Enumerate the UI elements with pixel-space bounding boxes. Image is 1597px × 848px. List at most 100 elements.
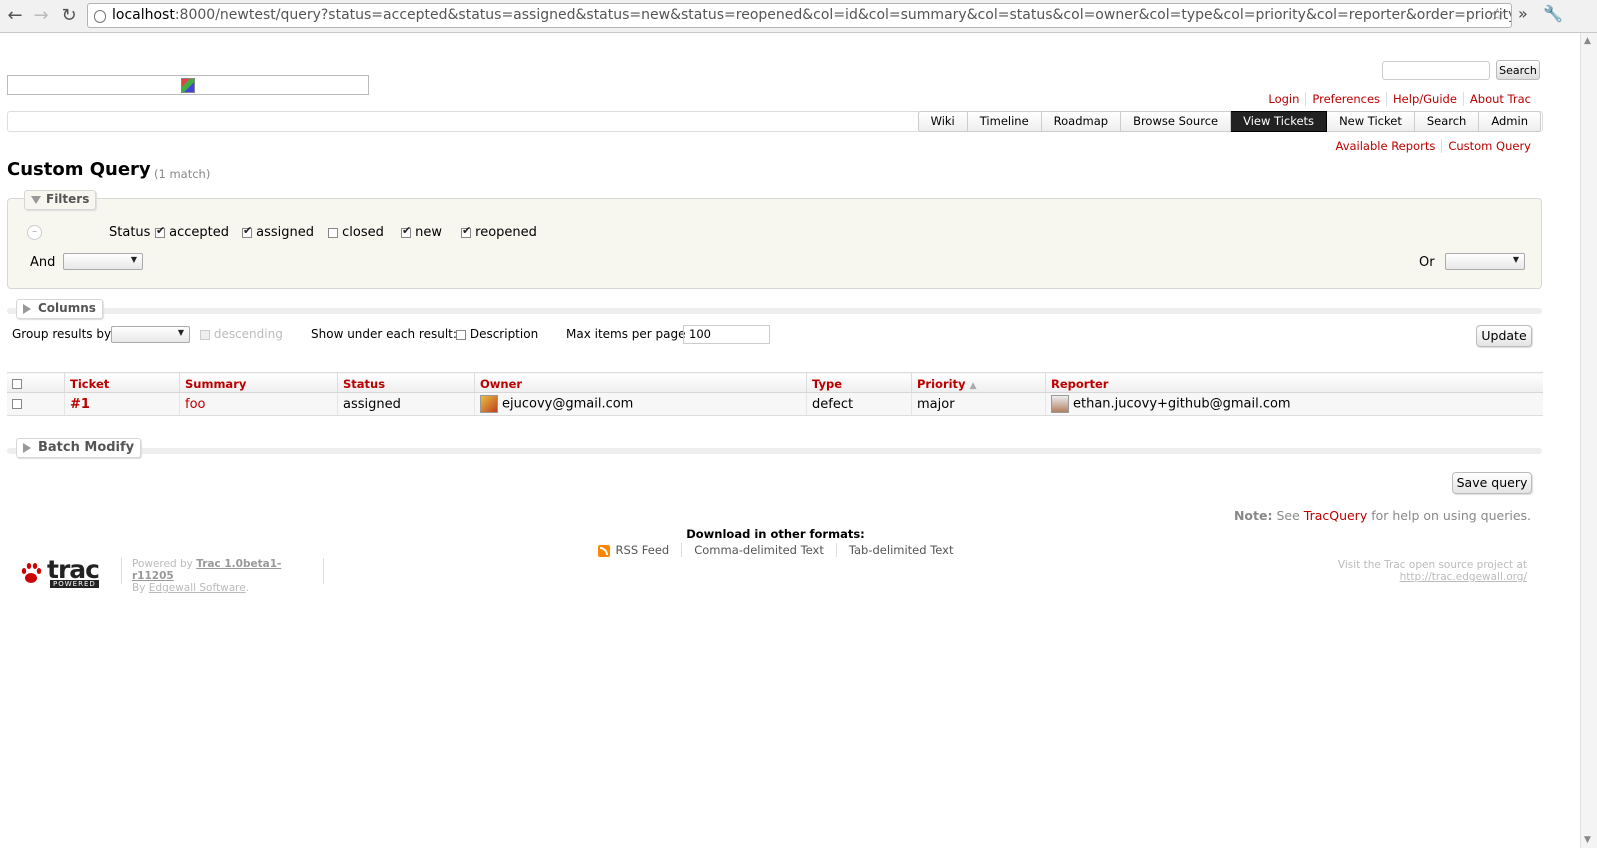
checkbox[interactable] — [328, 227, 338, 238]
col-status[interactable]: Status — [337, 372, 475, 393]
results-table: Ticket Summary Status Owner Type Priorit… — [7, 372, 1543, 416]
help-guide-link[interactable]: Help/Guide — [1386, 92, 1463, 106]
preferences-link[interactable]: Preferences — [1305, 92, 1387, 106]
status-reopened[interactable]: reopened — [461, 224, 537, 240]
ticket-cell: #1 — [64, 392, 180, 416]
table-row: #1 foo assigned ejucovy@gmail.com defect… — [7, 392, 1543, 416]
trac-page: Search Login Preferences Help/Guide About T… — [0, 33, 1581, 848]
collapsed-triangle-icon — [23, 442, 31, 453]
custom-query-link[interactable]: Custom Query — [1441, 139, 1537, 153]
batch-modify-legend: Batch Modify — [38, 440, 135, 455]
overflow-chevron-icon[interactable]: » — [1518, 4, 1528, 23]
ticket-link[interactable]: #1 — [70, 397, 90, 412]
add-or-clause-select[interactable] — [1445, 253, 1525, 270]
forward-icon[interactable]: → — [30, 5, 52, 27]
search-input[interactable] — [1382, 61, 1490, 80]
bookmark-star-icon[interactable]: ☆ — [1490, 4, 1505, 27]
batch-modify-toggle[interactable]: Batch Modify — [16, 438, 142, 458]
col-type[interactable]: Type — [806, 372, 912, 393]
save-query-button[interactable]: Save query — [1452, 472, 1532, 494]
checkbox[interactable] — [401, 224, 411, 238]
reload-icon[interactable]: ↻ — [58, 5, 80, 27]
columns-divider — [7, 308, 1542, 314]
powered-by-label: Powered by — [132, 558, 193, 570]
header-logo[interactable] — [7, 75, 369, 95]
back-icon[interactable]: ← — [4, 5, 26, 27]
table-header-row: Ticket Summary Status Owner Type Priorit… — [7, 372, 1543, 393]
nav-timeline[interactable]: Timeline — [967, 111, 1042, 132]
status-accepted[interactable]: accepted — [155, 224, 229, 240]
nav-new-ticket[interactable]: New Ticket — [1327, 111, 1415, 132]
rss-feed-link[interactable]: RSS Feed — [586, 543, 682, 557]
status-accepted-label: accepted — [169, 225, 229, 240]
status-new[interactable]: new — [401, 224, 442, 240]
status-closed[interactable]: closed — [328, 225, 384, 240]
columns-toggle[interactable]: Columns — [16, 299, 103, 319]
col-summary[interactable]: Summary — [179, 372, 338, 393]
col-reporter[interactable]: Reporter — [1045, 372, 1543, 393]
wrench-icon[interactable]: 🔧 — [1543, 4, 1563, 23]
tracquery-link[interactable]: TracQuery — [1304, 508, 1367, 523]
about-trac-link[interactable]: About Trac — [1462, 92, 1537, 106]
url-host: localhost — [112, 7, 175, 23]
nav-view-tickets[interactable]: View Tickets — [1231, 111, 1328, 132]
batch-divider — [7, 448, 1542, 454]
owner-avatar — [480, 395, 498, 413]
descending-checkbox — [200, 329, 210, 340]
edgewall-link[interactable]: Edgewall Software — [149, 582, 246, 594]
select-all-checkbox[interactable] — [12, 379, 22, 389]
login-link[interactable]: Login — [1262, 92, 1305, 106]
vertical-scrollbar[interactable]: ▲ ▼ — [1580, 33, 1597, 848]
context-nav: Available Reports Custom Query — [1330, 139, 1537, 153]
nav-roadmap[interactable]: Roadmap — [1041, 111, 1122, 132]
available-reports-link[interactable]: Available Reports — [1330, 139, 1442, 153]
filters-toggle[interactable]: Filters — [24, 190, 97, 210]
checkbox[interactable] — [461, 224, 471, 238]
meta-nav: Login Preferences Help/Guide About Trac — [1262, 92, 1537, 106]
status-reopened-label: reopened — [475, 225, 537, 240]
powered-by: Powered by Trac 1.0beta1-r11205 By Edgew… — [121, 558, 324, 594]
address-bar[interactable]: localhost:8000/newtest/query?status=acce… — [87, 3, 1512, 28]
expanded-triangle-icon — [31, 195, 41, 204]
trac-powered-logo[interactable]: trac POWERED — [20, 555, 102, 589]
remove-filter-button[interactable]: – — [27, 225, 42, 240]
checkbox[interactable] — [155, 224, 165, 238]
nav-wiki[interactable]: Wiki — [917, 111, 968, 132]
description-option[interactable]: Description — [456, 327, 538, 341]
row-checkbox[interactable] — [12, 399, 22, 409]
descending-label: descending — [213, 327, 283, 341]
trac-site-link[interactable]: http://trac.edgewall.org/ — [1400, 571, 1527, 583]
csv-link[interactable]: Comma-delimited Text — [681, 543, 836, 557]
group-by-select[interactable] — [111, 326, 190, 343]
checkbox[interactable] — [242, 224, 252, 238]
description-checkbox[interactable] — [456, 329, 466, 340]
status-assigned[interactable]: assigned — [242, 224, 314, 240]
col-priority-label: Priority — [917, 376, 966, 391]
owner-cell: ejucovy@gmail.com — [474, 392, 807, 416]
nav-browse-source[interactable]: Browse Source — [1121, 111, 1232, 132]
help-note: Note: See TracQuery for help on using qu… — [1234, 508, 1531, 523]
col-ticket[interactable]: Ticket — [64, 372, 180, 393]
tsv-link[interactable]: Tab-delimited Text — [835, 543, 966, 557]
status-closed-label: closed — [342, 225, 384, 240]
help-post: for help on using queries. — [1371, 508, 1531, 523]
sort-ascending-icon: ▲ — [969, 380, 977, 391]
col-priority[interactable]: Priority ▲ — [911, 372, 1046, 393]
help-pre: See — [1276, 508, 1300, 523]
update-button[interactable]: Update — [1476, 325, 1532, 347]
summary-link[interactable]: foo — [185, 397, 205, 412]
search-button[interactable]: Search — [1496, 60, 1540, 80]
add-filter-select[interactable] — [63, 253, 143, 270]
nav-search[interactable]: Search — [1414, 111, 1480, 132]
rss-feed-label: RSS Feed — [615, 543, 670, 557]
col-owner[interactable]: Owner — [474, 372, 807, 393]
download-header: Download in other formats: — [686, 527, 865, 541]
collapsed-triangle-icon — [23, 303, 31, 314]
status-cell: assigned — [337, 392, 475, 416]
summary-cell: foo — [179, 392, 338, 416]
nav-admin[interactable]: Admin — [1479, 111, 1541, 132]
reporter-avatar — [1051, 395, 1069, 413]
match-count: (1 match) — [154, 167, 211, 181]
page-title: Custom Query — [7, 159, 151, 180]
max-items-input[interactable]: 100 — [683, 325, 770, 344]
